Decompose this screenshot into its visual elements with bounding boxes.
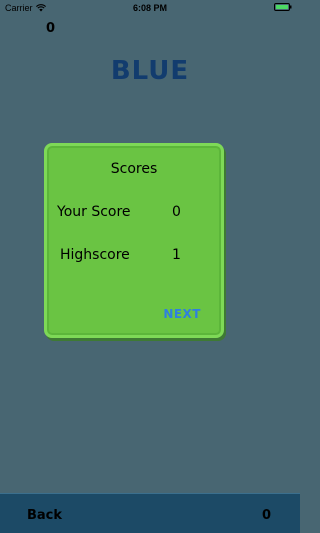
your-score-value: 0	[172, 204, 181, 220]
back-button[interactable]: Back	[27, 508, 62, 523]
highscore-label: Highscore	[60, 247, 130, 263]
color-word-prompt: BLUE	[110, 56, 190, 86]
your-score-label: Your Score	[57, 204, 131, 220]
highscore-value: 1	[172, 247, 181, 263]
status-bar: Carrier 6:08 PM	[0, 0, 300, 16]
battery-icon	[274, 3, 292, 11]
next-button[interactable]: NEXT	[163, 307, 201, 321]
bottom-score: 0	[261, 508, 271, 523]
scores-panel: Scores Your Score 0 Highscore 1 NEXT	[44, 143, 224, 338]
bottom-bar: Back 0	[0, 493, 300, 533]
status-time: 6:08 PM	[132, 3, 167, 13]
scores-title: Scores	[110, 161, 158, 177]
current-score: 0	[46, 21, 56, 36]
